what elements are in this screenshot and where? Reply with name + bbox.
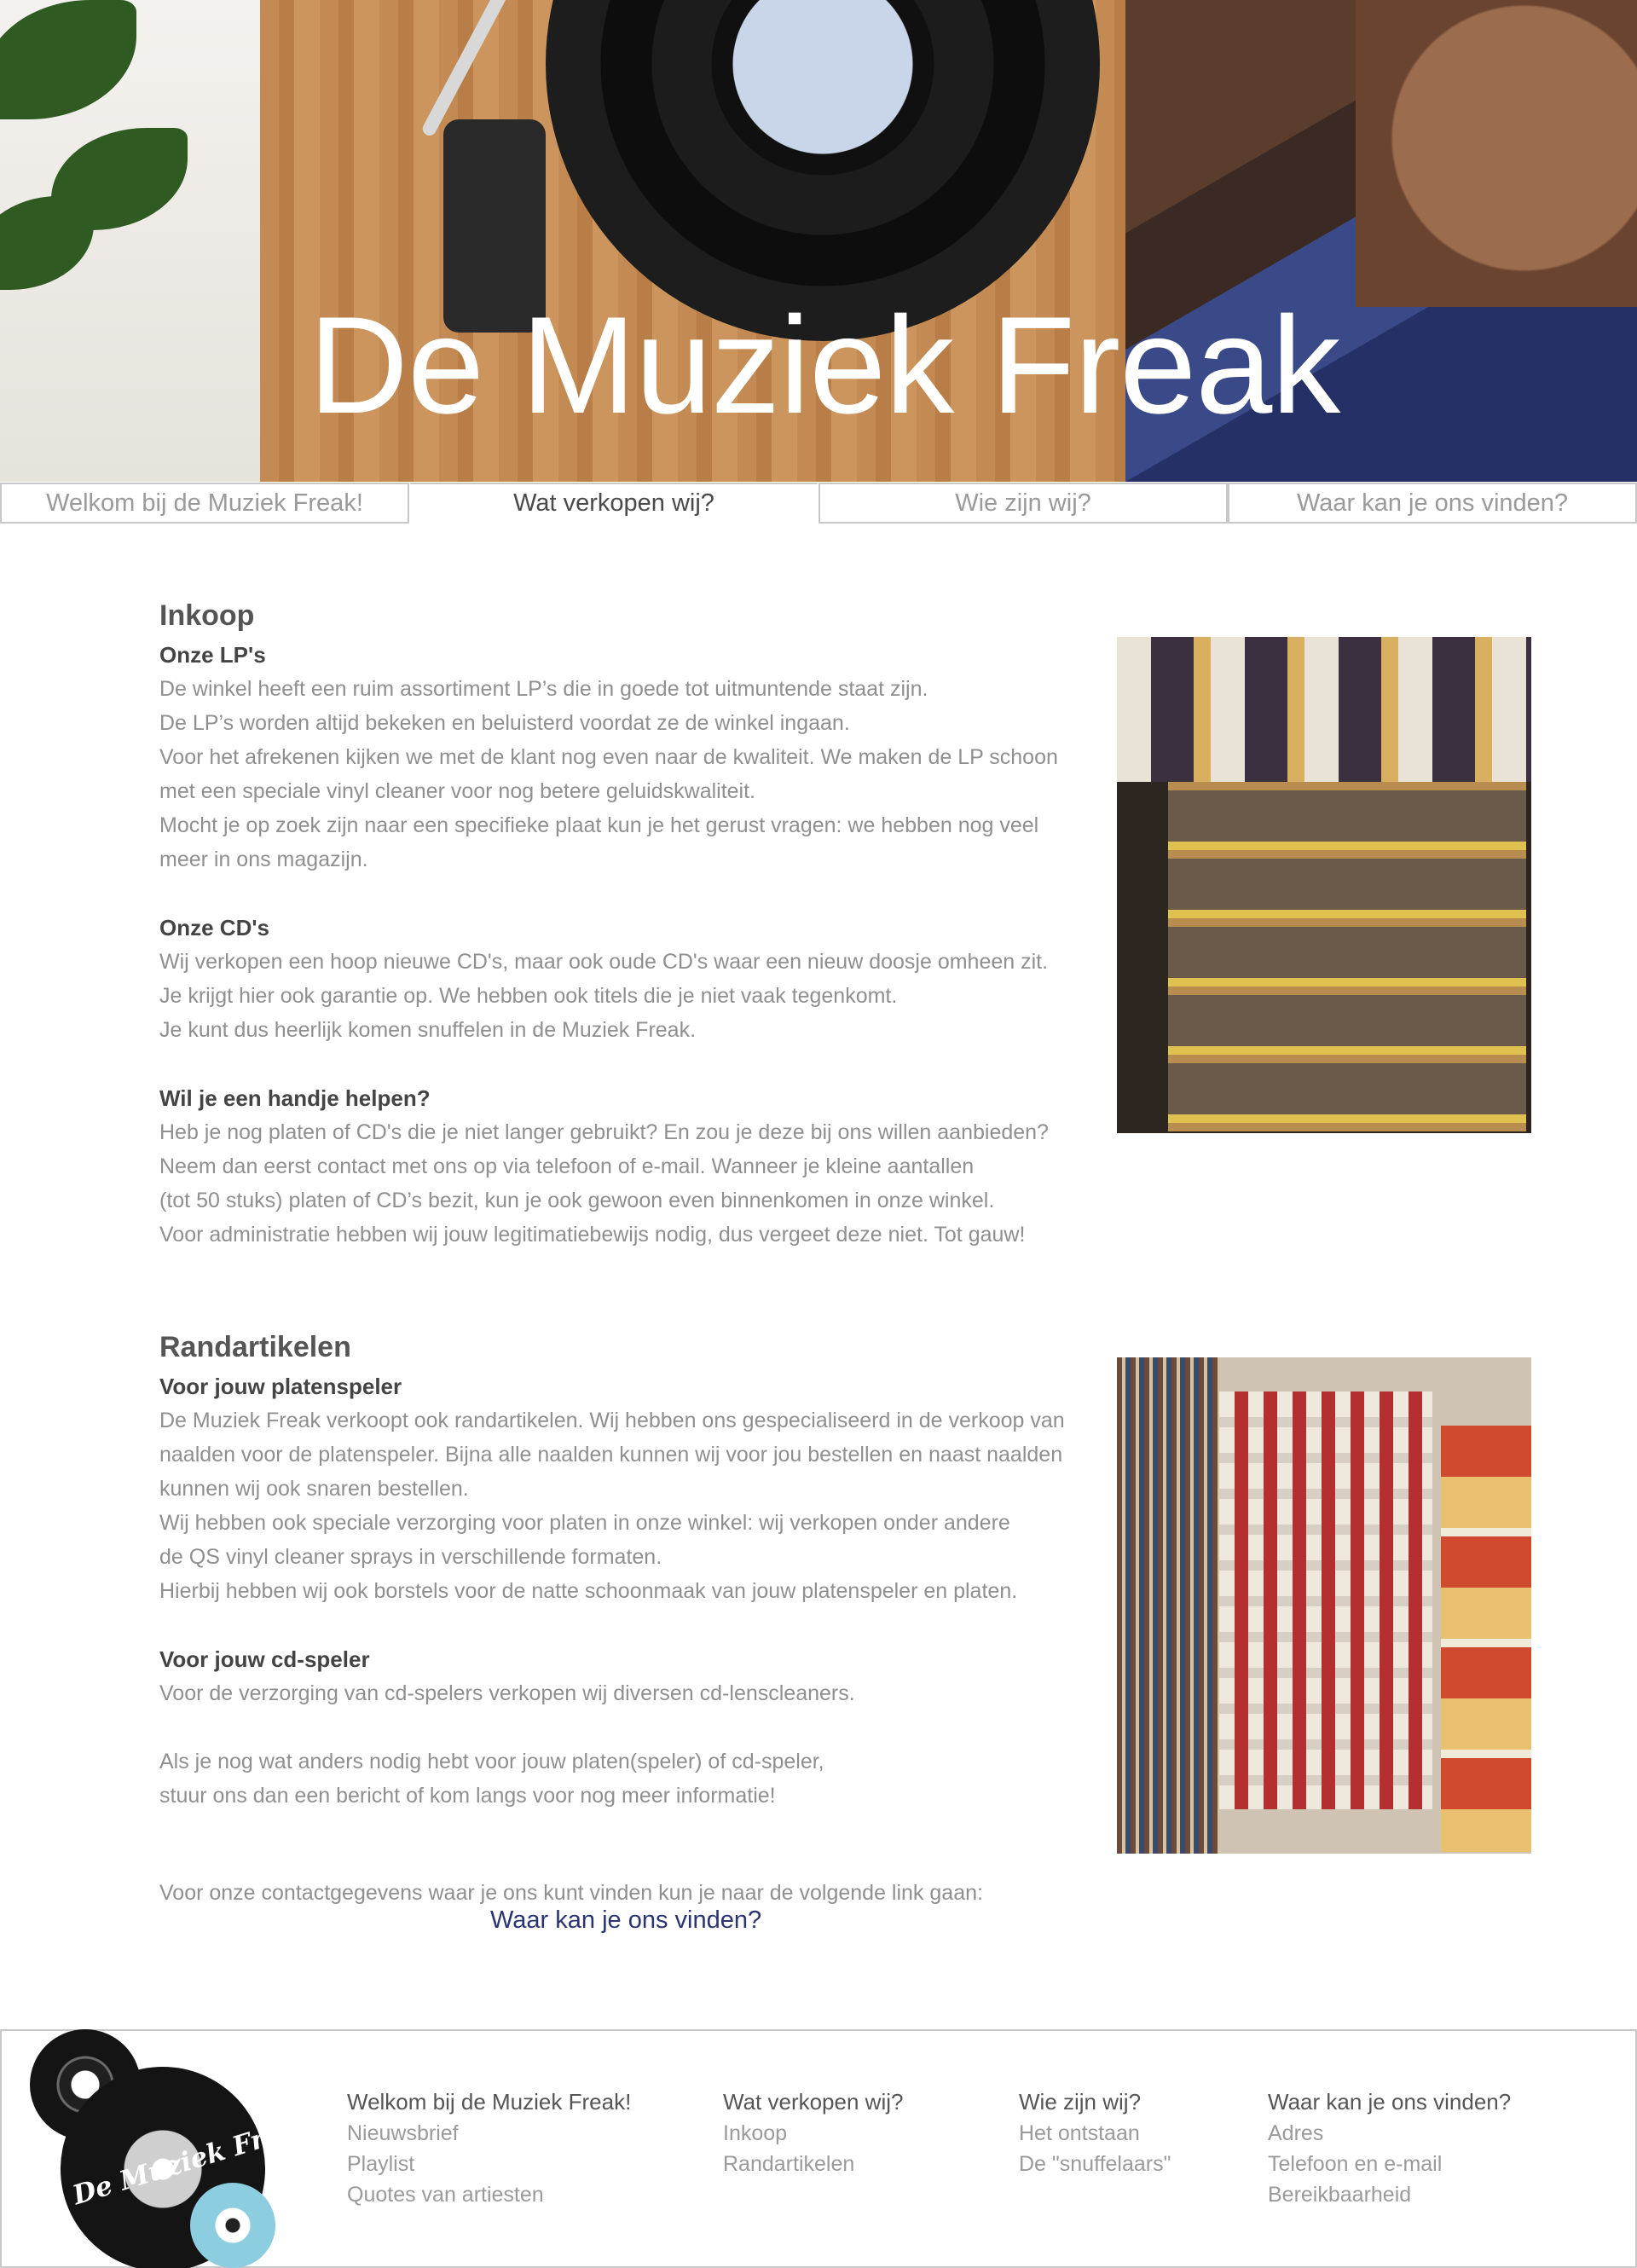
contact-link[interactable]: Waar kan je ons vinden?	[490, 1903, 761, 1937]
paragraph-line: De Muziek Freak verkoopt ook randartikel…	[159, 1409, 1065, 1432]
section-inkoop: Inkoop Onze LP's De winkel heeft een rui…	[159, 593, 1114, 1252]
footer-column-wie-zijn-wij: Wie zijn wij? Het ontstaan De "snuffelaa…	[1019, 2086, 1171, 2179]
nav-wat-verkopen-wij[interactable]: Wat verkopen wij?	[409, 483, 818, 524]
footer-heading[interactable]: Wat verkopen wij?	[723, 2086, 903, 2118]
nav-waar-kan-je-ons-vinden[interactable]: Waar kan je ons vinden?	[1228, 483, 1637, 524]
paragraph-line: Je krijgt hier ook garantie op. We hebbe…	[159, 984, 898, 1008]
footer-link[interactable]: Quotes van artiesten	[347, 2179, 631, 2210]
album-cover-portrait	[1356, 0, 1637, 307]
footer-link[interactable]: Nieuwsbrief	[347, 2118, 631, 2149]
vinyl-records-logo-icon[interactable]: De Muziek Freak	[30, 2029, 319, 2268]
paragraph-line: Voor administratie hebben wij jouw legit…	[159, 1223, 1026, 1247]
nav-welkom[interactable]: Welkom bij de Muziek Freak!	[0, 483, 409, 524]
subsection-title: Wil je een handje helpen?	[159, 1085, 431, 1111]
paragraph-line: Wij hebben ook speciale verzorging voor …	[159, 1511, 1010, 1535]
paragraph-line: Neem dan eerst contact met ons op via te…	[159, 1154, 975, 1178]
subsection-title: Onze CD's	[159, 915, 269, 940]
paragraph-line: Mocht je op zoek zijn naar een specifiek…	[159, 813, 1039, 837]
accessories-wall-photo	[1117, 1357, 1531, 1854]
paragraph-line: Je kunt dus heerlijk komen snuffelen in …	[159, 1018, 697, 1042]
cd-icon	[190, 2183, 275, 2268]
nav-wie-zijn-wij[interactable]: Wie zijn wij?	[818, 483, 1228, 524]
footer-link[interactable]: Randartikelen	[723, 2149, 903, 2179]
paragraph-line: de QS vinyl cleaner sprays in verschille…	[159, 1545, 662, 1569]
footer-heading[interactable]: Wie zijn wij?	[1019, 2086, 1171, 2118]
section-title: Inkoop	[159, 599, 255, 632]
main-nav: Welkom bij de Muziek Freak! Wat verkopen…	[0, 483, 1637, 524]
paragraph-line: Voor het afrekenen kijken we met de klan…	[159, 745, 1058, 769]
footer-column-waar-kan-je-ons-vinden: Waar kan je ons vinden? Adres Telefoon e…	[1268, 2086, 1511, 2210]
footer-link[interactable]: Het ontstaan	[1019, 2118, 1171, 2149]
footer-link[interactable]: Adres	[1268, 2118, 1511, 2149]
footer-link[interactable]: De "snuffelaars"	[1019, 2149, 1171, 2179]
footer-heading[interactable]: Welkom bij de Muziek Freak!	[347, 2086, 631, 2118]
paragraph-line: meer in ons magazijn.	[159, 848, 368, 871]
footer-link[interactable]: Bereikbaarheid	[1268, 2179, 1511, 2210]
site-title: De Muziek Freak	[309, 288, 1340, 443]
footer-column-welkom: Welkom bij de Muziek Freak! Nieuwsbrief …	[347, 2086, 631, 2210]
paragraph-line: (tot 50 stuks) platen of CD’s bezit, kun…	[159, 1189, 995, 1212]
footer-link[interactable]: Telefoon en e-mail	[1268, 2149, 1511, 2179]
paragraph-line: Heb je nog platen of CD's die je niet la…	[159, 1120, 1049, 1144]
section-randartikelen: Randartikelen Voor jouw platenspeler De …	[159, 1325, 1114, 1813]
paragraph-line: De winkel heeft een ruim assortiment LP’…	[159, 677, 928, 701]
paragraph-line: naalden voor de platenspeler. Bijna alle…	[159, 1443, 1063, 1467]
hero-banner: De Muziek Freak	[0, 0, 1637, 482]
paragraph-line: kunnen wij ook snaren bestellen.	[159, 1477, 469, 1501]
subsection-title: Voor jouw platenspeler	[159, 1374, 402, 1399]
paragraph-line: Als je nog wat anders nodig hebt voor jo…	[159, 1750, 824, 1773]
paragraph-line: Wij verkopen een hoop nieuwe CD's, maar …	[159, 950, 1049, 974]
footer-link[interactable]: Inkoop	[723, 2118, 903, 2149]
paragraph-line: Hierbij hebben wij ook borstels voor de …	[159, 1579, 1018, 1603]
paragraph-line: De LP’s worden altijd bekeken en beluist…	[159, 711, 850, 735]
section-title: Randartikelen	[159, 1331, 351, 1363]
footer-link[interactable]: Playlist	[347, 2149, 631, 2179]
subsection-title: Voor jouw cd-speler	[159, 1646, 370, 1672]
footer-column-wat-verkopen-wij: Wat verkopen wij? Inkoop Randartikelen	[723, 2086, 903, 2179]
footer-heading[interactable]: Waar kan je ons vinden?	[1268, 2086, 1511, 2118]
subsection-title: Onze LP's	[159, 642, 266, 668]
paragraph-line: stuur ons dan een bericht of kom langs v…	[159, 1784, 776, 1808]
paragraph-line: Voor de verzorging van cd-spelers verkop…	[159, 1681, 855, 1705]
paragraph-line: met een speciale vinyl cleaner voor nog …	[159, 779, 755, 803]
shop-shelves-photo	[1117, 637, 1531, 1133]
main-content: Inkoop Onze LP's De winkel heeft een rui…	[159, 593, 1114, 1813]
